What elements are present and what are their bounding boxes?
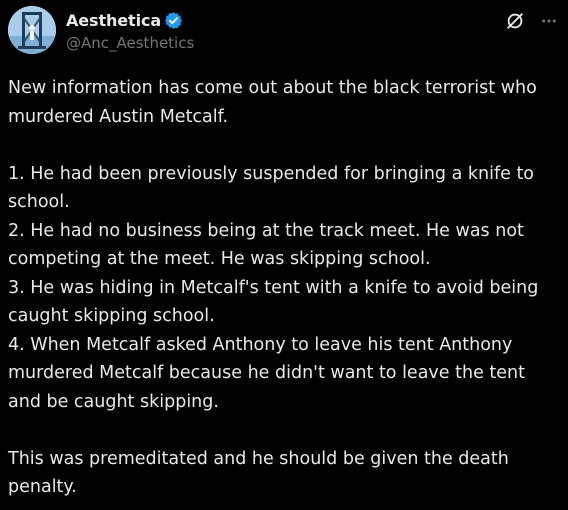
list-item: 1. He had been previously suspended for … <box>8 163 535 213</box>
post-header: Aesthetica @Anc_Aesthetics <box>8 6 560 60</box>
list-item: 2. He had no business being at the track… <box>8 220 524 270</box>
user-info: Aesthetica @Anc_Aesthetics <box>66 6 194 53</box>
post-intro: New information has come out about the b… <box>8 78 537 127</box>
avatar-image <box>8 6 56 54</box>
post-actions <box>504 10 558 32</box>
name-row: Aesthetica <box>66 8 194 32</box>
grok-icon[interactable] <box>504 10 526 32</box>
post-closing: This was premeditated and he should be g… <box>8 448 509 498</box>
verified-badge-icon[interactable] <box>164 11 183 30</box>
more-options-icon[interactable] <box>540 12 558 30</box>
post-body: New information has come out about the b… <box>8 74 560 502</box>
display-name[interactable]: Aesthetica <box>66 11 161 30</box>
handle[interactable]: @Anc_Aesthetics <box>66 34 194 52</box>
list-item: 4. When Metcalf asked Anthony to leave h… <box>8 334 525 412</box>
avatar[interactable] <box>8 6 56 54</box>
list-item: 3. He was hiding in Metcalf's tent with … <box>8 277 539 327</box>
post: Aesthetica @Anc_Aesthetics New informati… <box>0 0 568 510</box>
